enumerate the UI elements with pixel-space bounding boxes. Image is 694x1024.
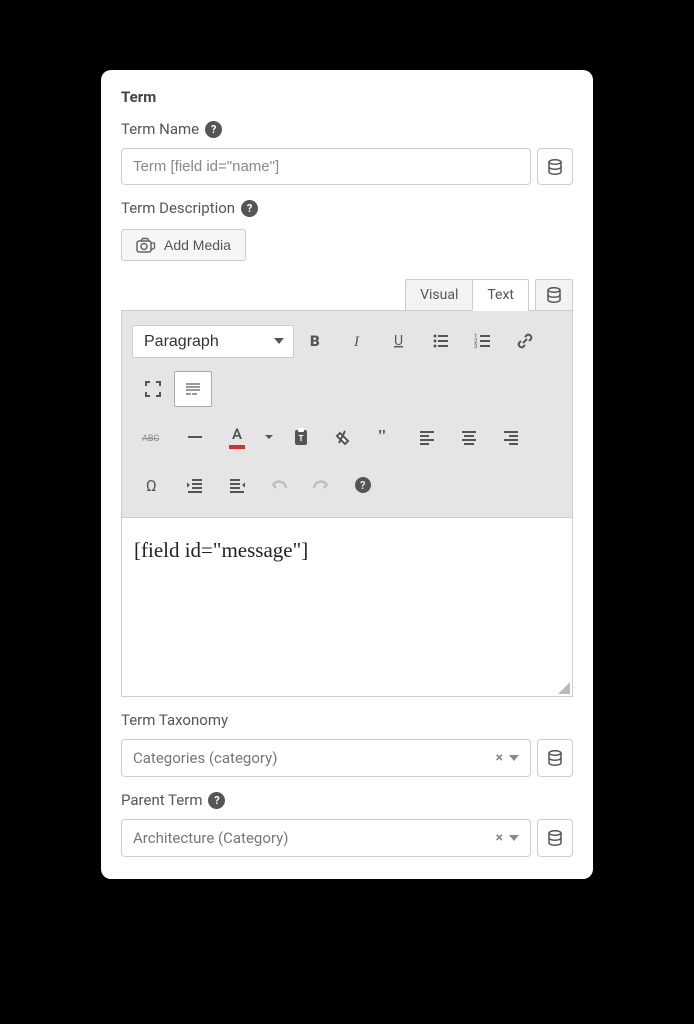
svg-text:?: ? bbox=[360, 479, 366, 492]
fullscreen-button[interactable] bbox=[132, 369, 174, 409]
help-icon[interactable]: ? bbox=[241, 200, 258, 217]
tab-visual[interactable]: Visual bbox=[405, 279, 472, 311]
term-panel: Term Term Name ? Term Description ? Add … bbox=[101, 70, 593, 879]
resize-handle[interactable] bbox=[556, 680, 570, 694]
svg-text:U: U bbox=[394, 333, 403, 349]
editor-tabs: Visual Text bbox=[405, 279, 573, 311]
horizontal-rule-button[interactable] bbox=[174, 417, 216, 457]
svg-text:3: 3 bbox=[474, 343, 477, 350]
parent-term-label: Parent Term ? bbox=[121, 791, 573, 809]
underline-button[interactable]: U bbox=[378, 321, 420, 361]
text-color-button[interactable]: A bbox=[216, 417, 258, 457]
tab-text[interactable]: Text bbox=[472, 279, 529, 311]
parent-term-value: Architecture (Category) bbox=[133, 829, 288, 847]
term-taxonomy-label-text: Term Taxonomy bbox=[121, 711, 228, 729]
clear-formatting-button[interactable] bbox=[322, 417, 364, 457]
term-description-label: Term Description ? bbox=[121, 199, 573, 217]
strikethrough-button[interactable]: ABC bbox=[132, 417, 174, 457]
database-icon bbox=[547, 159, 563, 175]
format-select[interactable]: Paragraph bbox=[132, 325, 294, 358]
term-name-input[interactable] bbox=[121, 148, 531, 185]
database-icon bbox=[547, 830, 563, 846]
help-button[interactable]: ? bbox=[342, 465, 384, 505]
database-icon bbox=[547, 750, 563, 766]
editor-content-area[interactable]: [field id="message"] bbox=[121, 517, 573, 697]
outdent-button[interactable] bbox=[174, 465, 216, 505]
term-description-label-text: Term Description bbox=[121, 199, 235, 217]
editor-content-text: [field id="message"] bbox=[134, 538, 308, 562]
add-media-label: Add Media bbox=[164, 237, 231, 253]
add-media-button[interactable]: Add Media bbox=[121, 229, 246, 261]
align-left-button[interactable] bbox=[406, 417, 448, 457]
term-name-label-text: Term Name bbox=[121, 120, 199, 138]
database-icon-button[interactable] bbox=[537, 819, 573, 857]
align-center-button[interactable] bbox=[448, 417, 490, 457]
parent-term-select[interactable]: Architecture (Category) × bbox=[121, 819, 531, 857]
term-name-label: Term Name ? bbox=[121, 120, 573, 138]
term-taxonomy-label: Term Taxonomy bbox=[121, 711, 573, 729]
help-icon[interactable]: ? bbox=[205, 121, 222, 138]
editor-toolbar: Paragraph B I U 123 ABC A T " bbox=[121, 310, 573, 517]
database-icon bbox=[546, 287, 562, 303]
redo-button[interactable] bbox=[300, 465, 342, 505]
chevron-down-icon bbox=[509, 835, 519, 841]
svg-text:T: T bbox=[299, 434, 304, 443]
editor-database-button[interactable] bbox=[535, 279, 573, 311]
toolbar-toggle-button[interactable] bbox=[174, 371, 212, 407]
special-character-button[interactable]: Ω bbox=[132, 465, 174, 505]
numbered-list-button[interactable]: 123 bbox=[462, 321, 504, 361]
svg-text:B: B bbox=[310, 332, 320, 350]
clear-icon[interactable]: × bbox=[496, 750, 503, 766]
italic-button[interactable]: I bbox=[336, 321, 378, 361]
term-taxonomy-value: Categories (category) bbox=[133, 749, 277, 767]
link-button[interactable] bbox=[504, 321, 546, 361]
parent-term-label-text: Parent Term bbox=[121, 791, 202, 809]
svg-text:I: I bbox=[353, 334, 360, 350]
section-title: Term bbox=[121, 88, 573, 106]
svg-text:ABC: ABC bbox=[142, 434, 159, 444]
undo-button[interactable] bbox=[258, 465, 300, 505]
help-icon[interactable]: ? bbox=[208, 792, 225, 809]
camera-icon bbox=[136, 237, 156, 253]
term-taxonomy-select[interactable]: Categories (category) × bbox=[121, 739, 531, 777]
blockquote-button[interactable]: " bbox=[364, 417, 406, 457]
chevron-down-icon bbox=[509, 755, 519, 761]
svg-text:": " bbox=[377, 428, 387, 446]
clear-icon[interactable]: × bbox=[496, 830, 503, 846]
database-icon-button[interactable] bbox=[537, 739, 573, 777]
bullet-list-button[interactable] bbox=[420, 321, 462, 361]
svg-text:Ω: Ω bbox=[146, 476, 157, 494]
paste-text-button[interactable]: T bbox=[280, 417, 322, 457]
database-icon-button[interactable] bbox=[537, 148, 573, 185]
indent-button[interactable] bbox=[216, 465, 258, 505]
align-right-button[interactable] bbox=[490, 417, 532, 457]
text-color-dropdown[interactable] bbox=[258, 417, 280, 457]
bold-button[interactable]: B bbox=[294, 321, 336, 361]
